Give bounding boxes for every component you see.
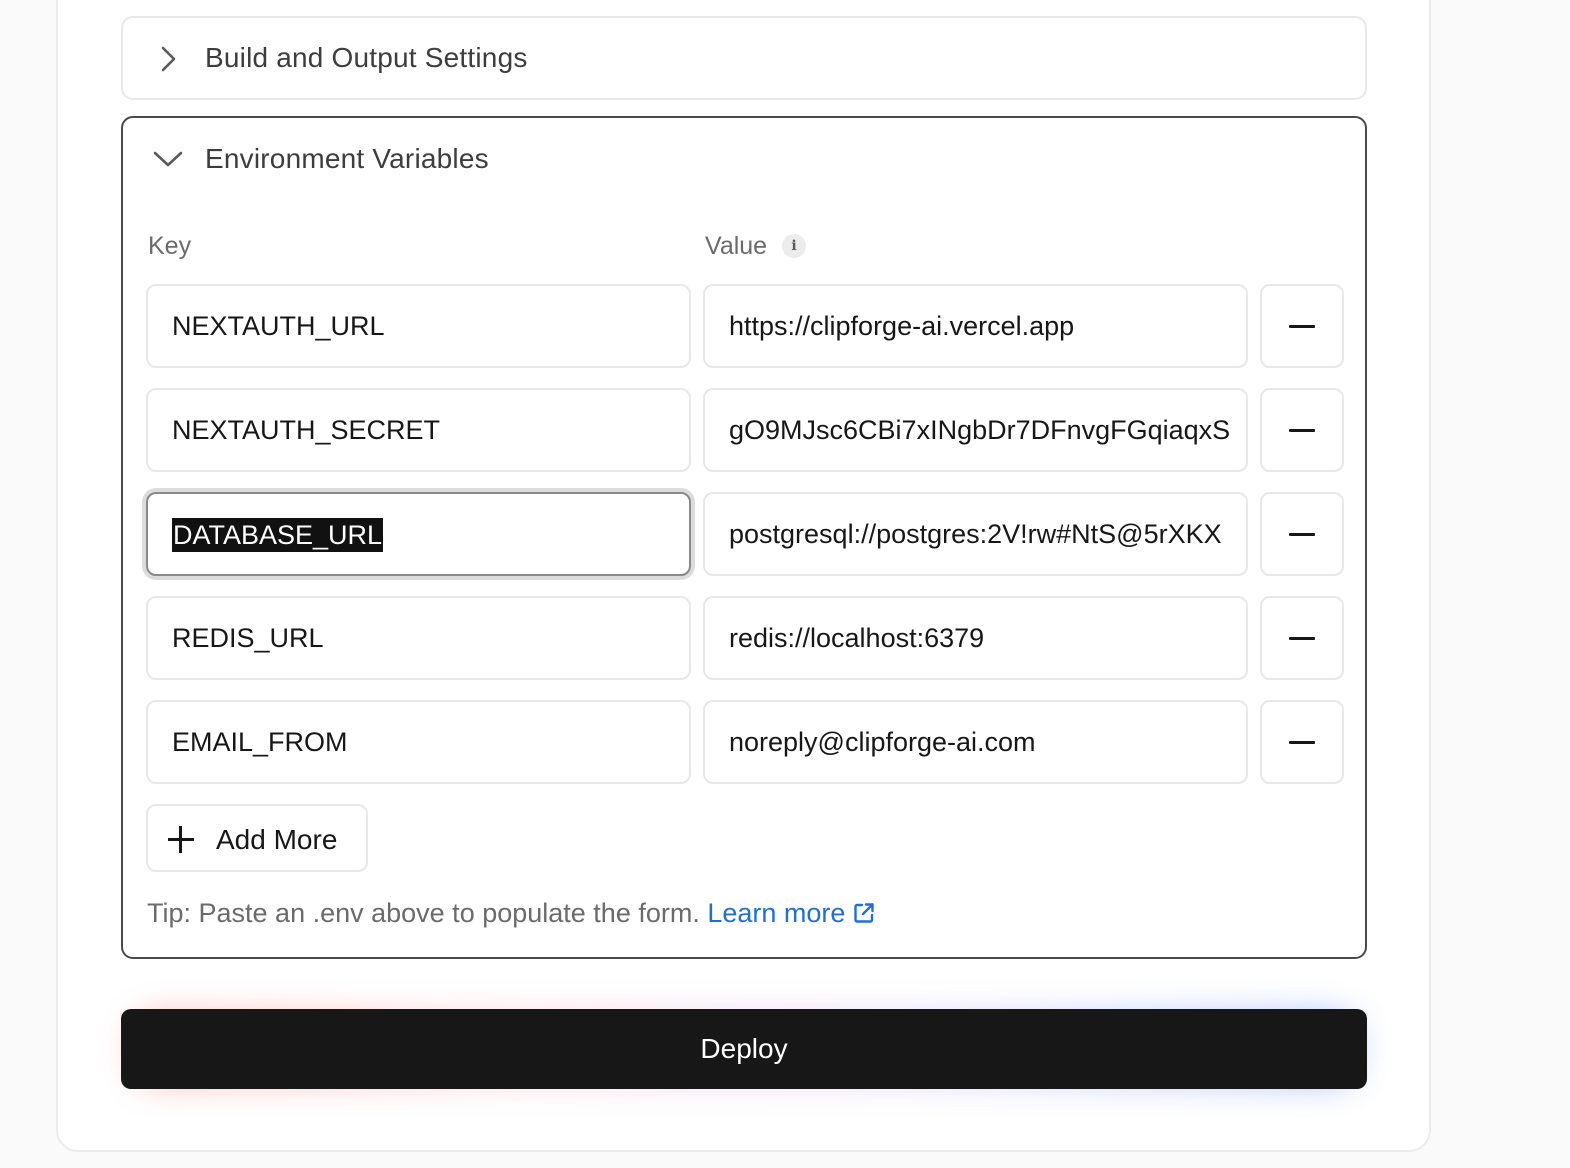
environment-variables-section: Environment Variables Key Value i DATABA… [121, 116, 1367, 959]
env-key-input[interactable] [148, 286, 689, 366]
env-value-input[interactable] [705, 598, 1246, 678]
env-tip-text: Tip: Paste an .env above to populate the… [147, 898, 700, 928]
env-key-input[interactable] [148, 702, 689, 782]
chevron-right-icon [161, 46, 176, 72]
key-column-label: Key [148, 232, 192, 260]
env-value-field[interactable] [703, 388, 1248, 472]
env-value-input[interactable] [705, 390, 1246, 470]
add-more-button[interactable]: Add More [146, 804, 368, 872]
add-more-label: Add More [216, 824, 338, 855]
minus-icon [1289, 325, 1315, 328]
remove-row-button[interactable] [1260, 700, 1344, 784]
env-key-selected-text[interactable]: DATABASE_URL [172, 518, 384, 552]
env-value-input[interactable] [705, 494, 1246, 574]
learn-more-link[interactable]: Learn more [707, 898, 875, 928]
env-tip: Tip: Paste an .env above to populate the… [147, 898, 875, 929]
env-key-field-focused[interactable]: DATABASE_URL [146, 492, 691, 576]
env-value-input[interactable] [705, 702, 1246, 782]
remove-row-button[interactable] [1260, 492, 1344, 576]
env-key-field[interactable] [146, 388, 691, 472]
plus-icon [179, 826, 182, 853]
learn-more-label[interactable]: Learn more [707, 898, 845, 928]
env-value-field[interactable] [703, 492, 1248, 576]
env-key-field[interactable] [146, 284, 691, 368]
env-value-input[interactable] [705, 286, 1246, 366]
env-key-field[interactable] [146, 596, 691, 680]
minus-icon [1289, 741, 1315, 744]
remove-row-button[interactable] [1260, 596, 1344, 680]
remove-row-button[interactable] [1260, 284, 1344, 368]
info-icon[interactable]: i [782, 234, 806, 258]
env-key-input[interactable] [148, 390, 689, 470]
remove-row-button[interactable] [1260, 388, 1344, 472]
minus-icon [1289, 637, 1315, 640]
minus-icon [1289, 429, 1315, 432]
chevron-down-icon [153, 151, 183, 167]
env-value-field[interactable] [703, 700, 1248, 784]
env-key-input[interactable] [148, 598, 689, 678]
value-column-label: Value [705, 232, 768, 260]
build-output-settings-section[interactable]: Build and Output Settings [121, 16, 1367, 100]
minus-icon [1289, 533, 1315, 536]
build-output-settings-title: Build and Output Settings [205, 42, 528, 73]
deploy-button[interactable]: Deploy [121, 1009, 1367, 1089]
external-link-icon [854, 903, 875, 923]
environment-variables-header[interactable]: Environment Variables [123, 118, 1365, 202]
env-value-field[interactable] [703, 596, 1248, 680]
environment-variables-title: Environment Variables [205, 143, 489, 174]
env-key-field[interactable] [146, 700, 691, 784]
env-value-field[interactable] [703, 284, 1248, 368]
